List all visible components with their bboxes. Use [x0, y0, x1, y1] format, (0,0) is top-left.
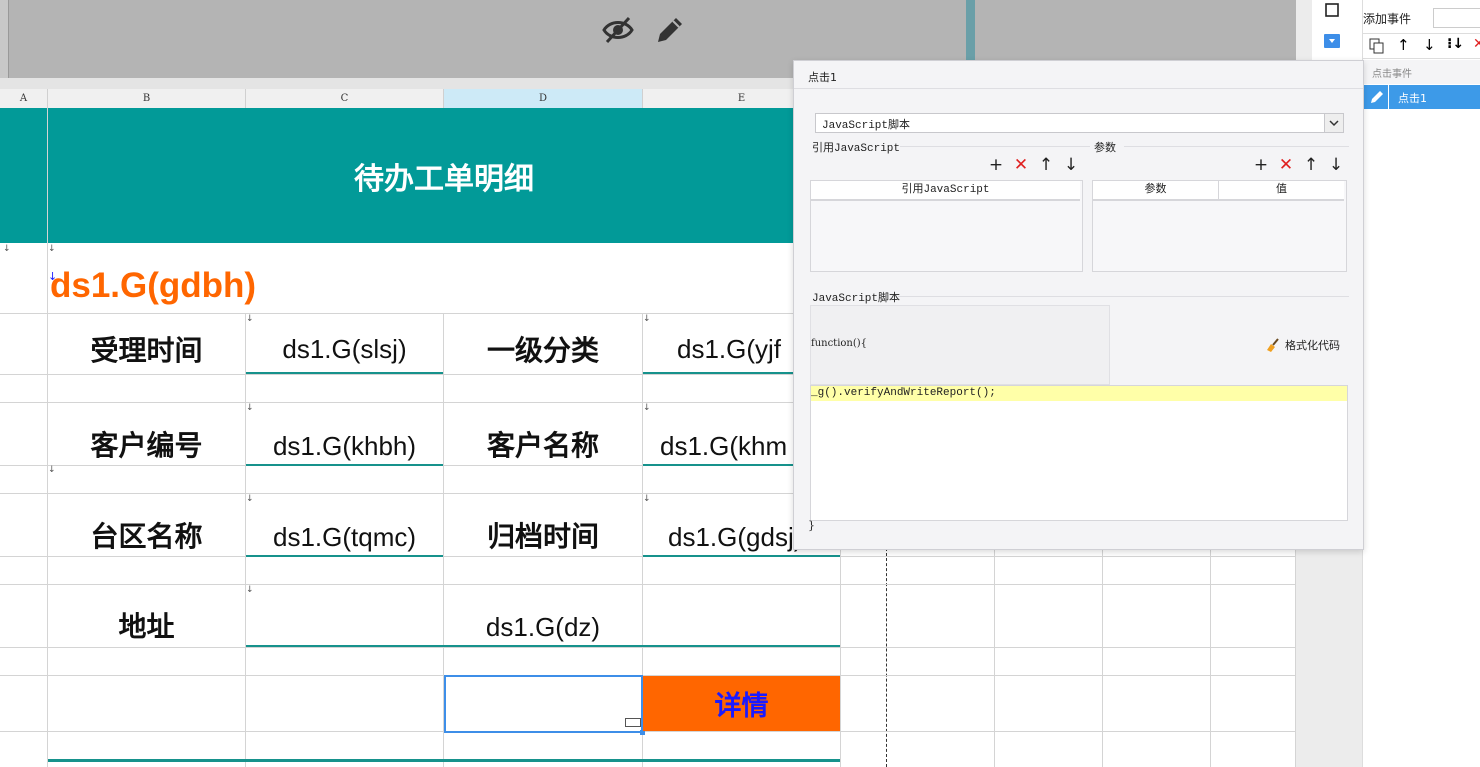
dialog-title: 点击1: [808, 71, 837, 84]
order-number-cell[interactable]: ds1.G(gdbh): [50, 266, 256, 306]
column-header-d[interactable]: D: [444, 89, 643, 108]
format-code-button[interactable]: 格式化代码: [1265, 337, 1340, 353]
add-ref-icon[interactable]: +: [987, 157, 1005, 174]
label-category: 一级分类: [486, 334, 599, 367]
move-down-icon[interactable]: ↓: [1423, 36, 1436, 54]
move-bottom-icon[interactable]: ⁝↓: [1447, 36, 1464, 52]
edit-icon: [1371, 91, 1383, 103]
param-up-icon[interactable]: ↑: [1302, 157, 1320, 174]
value-accept-time[interactable]: ds1.G(slsj): [246, 323, 443, 375]
cell-widget-icon: [625, 718, 641, 727]
function-header-area: function(){: [810, 305, 1110, 385]
title-band-left: [0, 108, 47, 243]
delete-event-icon[interactable]: ✕: [1473, 36, 1480, 52]
param-table[interactable]: 参数 值: [1092, 180, 1347, 272]
label-address: 地址: [118, 610, 175, 643]
ref-js-column-header: 引用JavaScript: [811, 181, 1080, 201]
ref-up-icon[interactable]: ↑: [1037, 157, 1055, 174]
function-close: }: [808, 519, 815, 532]
column-header-a[interactable]: A: [0, 89, 48, 108]
add-event-select[interactable]: [1433, 8, 1480, 28]
selected-cell[interactable]: [444, 675, 645, 735]
param-section-label: 参数: [1094, 143, 1116, 155]
add-param-icon[interactable]: +: [1252, 157, 1270, 174]
vertical-ruler: [0, 0, 9, 78]
script-section-label: JavaScript脚本: [812, 293, 901, 305]
copy-icon[interactable]: [1369, 38, 1385, 54]
order-number-text: ds1.G(gdbh): [50, 266, 257, 305]
label-accept-time: 受理时间: [90, 334, 203, 367]
pencil-icon[interactable]: [652, 12, 688, 48]
add-event-label: 添加事件: [1363, 12, 1412, 26]
square-icon[interactable]: [1324, 2, 1340, 18]
event-toolbar: ↑ ↓ ⁝↓ ✕: [1363, 33, 1480, 59]
column-header-c[interactable]: C: [246, 89, 444, 108]
delete-param-icon[interactable]: ✕: [1277, 157, 1295, 174]
column-header-b[interactable]: B: [48, 89, 246, 108]
details-button[interactable]: 详情: [643, 676, 840, 731]
label-customer-name: 客户名称: [486, 429, 599, 462]
dropdown-icon[interactable]: [1324, 34, 1340, 48]
chevron-down-icon[interactable]: [1324, 114, 1343, 132]
ref-js-section-label: 引用JavaScript: [812, 143, 901, 155]
event-item-click1[interactable]: 点击1: [1363, 85, 1480, 109]
event-group: 点击事件: [1363, 60, 1480, 84]
event-editor-dialog: 点击1 JavaScript脚本 引用JavaScript 参数 + ✕ ↑ ↓…: [793, 60, 1364, 550]
param-value-column-header: 值: [1219, 181, 1344, 201]
param-name-column-header: 参数: [1093, 181, 1219, 201]
title-cell[interactable]: 待办工单明细: [48, 108, 840, 243]
move-up-icon[interactable]: ↑: [1397, 36, 1410, 54]
broom-icon: [1267, 338, 1279, 352]
event-panel: 添加事件 ↑ ↓ ⁝↓ ✕ 点击事件 点击1: [1362, 0, 1480, 767]
param-down-icon[interactable]: ↓: [1327, 157, 1345, 174]
delete-ref-icon[interactable]: ✕: [1012, 157, 1030, 174]
label-archive-time: 归档时间: [486, 520, 599, 553]
ref-down-icon[interactable]: ↓: [1062, 157, 1080, 174]
script-editor[interactable]: _g().verifyAndWriteReport();: [810, 385, 1348, 521]
report-title: 待办工单明细: [354, 161, 534, 197]
ref-js-table[interactable]: 引用JavaScript: [810, 180, 1083, 272]
script-type-select[interactable]: JavaScript脚本: [815, 113, 1344, 133]
column-header: A B C D E: [0, 89, 841, 109]
eye-off-icon[interactable]: [600, 12, 636, 48]
label-area-name: 台区名称: [90, 520, 203, 553]
script-code-line: _g().verifyAndWriteReport();: [811, 387, 996, 399]
label-customer-no: 客户编号: [90, 429, 203, 462]
